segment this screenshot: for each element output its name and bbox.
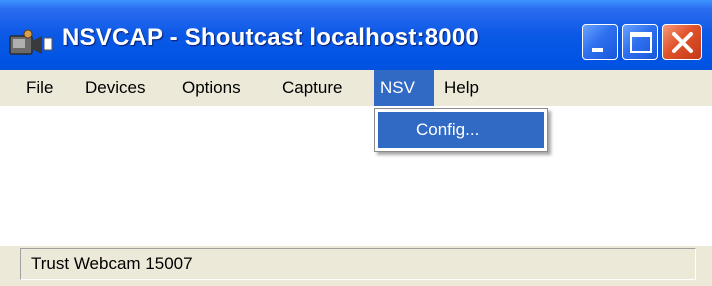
menu-item-config[interactable]: Config... xyxy=(378,112,544,148)
menu-file[interactable]: File xyxy=(20,70,59,106)
close-icon xyxy=(672,32,693,53)
window-title: NSVCAP - Shoutcast localhost:8000 xyxy=(62,24,479,51)
menu-bar: File Devices Options Capture NSV Help xyxy=(0,70,712,106)
minimize-button[interactable] xyxy=(582,24,618,60)
app-window: NSVCAP - Shoutcast localhost:8000 File D… xyxy=(0,0,712,286)
menu-options[interactable]: Options xyxy=(176,70,247,106)
menu-help[interactable]: Help xyxy=(438,70,485,106)
menu-nsv[interactable]: NSV xyxy=(374,70,434,106)
camera-icon[interactable] xyxy=(8,28,58,60)
menu-devices[interactable]: Devices xyxy=(79,70,151,106)
maximize-icon xyxy=(630,32,652,53)
maximize-button[interactable] xyxy=(622,24,658,60)
menu-capture[interactable]: Capture xyxy=(276,70,348,106)
status-bar: Trust Webcam 15007 xyxy=(0,246,712,286)
status-text: Trust Webcam 15007 xyxy=(20,248,696,280)
close-button[interactable] xyxy=(662,24,702,60)
client-area[interactable] xyxy=(0,106,712,246)
nsv-dropdown-menu: Config... xyxy=(374,108,548,152)
minimize-icon xyxy=(592,48,603,52)
